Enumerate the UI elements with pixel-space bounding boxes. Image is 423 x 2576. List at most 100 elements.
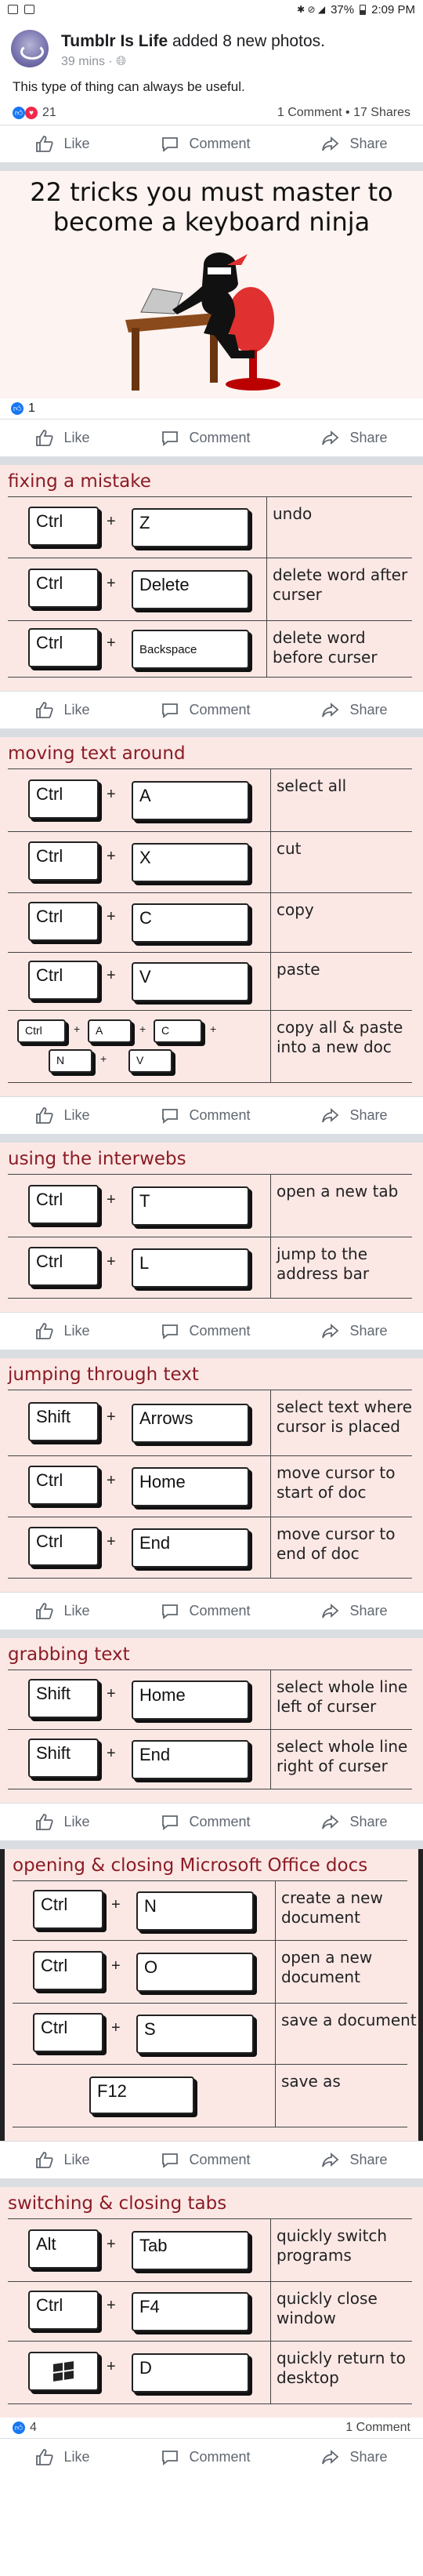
share-button[interactable]: Share <box>321 1813 387 1832</box>
comment-button[interactable]: Comment <box>161 1602 250 1621</box>
key-ctrl: Ctrl <box>28 569 99 608</box>
shortcut-row: Ctrl + Ncreate a new document <box>5 1880 418 1940</box>
shortcut-description: undo <box>273 504 313 523</box>
shortcut-card[interactable]: opening & closing Microsoft Office docs C… <box>0 1849 423 2141</box>
shortcut-card[interactable]: using the interwebs Ctrl + Topen a new tab C… <box>0 1143 423 1312</box>
shortcut-row: Shift + Home select whole line left of curs… <box>0 1669 423 1729</box>
author-name[interactable]: Tumblr Is Life <box>61 32 168 50</box>
final-comment-count[interactable]: 1 Comment <box>345 2421 410 2435</box>
key-s: S <box>136 2015 254 2054</box>
plus-sign: + <box>107 513 116 530</box>
share-button[interactable]: Share <box>321 701 387 720</box>
key-a: A <box>88 1019 132 1043</box>
key-l: L <box>132 1248 249 1288</box>
key-o: O <box>136 1953 254 1992</box>
comment-button[interactable]: Comment <box>161 701 250 720</box>
photo-action-bar: Like Comment Share <box>0 2141 423 2178</box>
plus-sign: + <box>107 634 116 652</box>
shortcut-description: move cursor to end of doc <box>277 1524 396 1563</box>
photo-action-bar: Like Comment Share <box>0 1592 423 1630</box>
avatar[interactable] <box>11 30 49 67</box>
share-icon <box>322 136 339 151</box>
like-button[interactable]: Like <box>35 1813 90 1832</box>
key-c: C <box>132 903 249 943</box>
shortcut-card[interactable]: grabbing text Shift + Home select whole line… <box>0 1638 423 1803</box>
shortcut-description: select whole line left of curser <box>277 1677 408 1716</box>
banner-image[interactable]: 22 tricks you must master to become a ke… <box>0 171 423 398</box>
comment-button[interactable]: Comment <box>161 1106 250 1125</box>
shortcut-card[interactable]: switching & closing tabs Alt + Tab quickly s… <box>0 2187 423 2418</box>
final-like-count: 4 <box>30 2421 37 2434</box>
post-time[interactable]: 39 mins · 🌐︎ <box>61 55 126 69</box>
comment-button[interactable]: Comment <box>161 2151 250 2170</box>
post-stats[interactable]: 1 Comment • 17 Shares <box>277 106 410 120</box>
key-ctrl: Ctrl <box>33 1951 103 1990</box>
share-button[interactable]: Share <box>321 1106 387 1125</box>
comment-button[interactable]: Comment <box>161 135 250 154</box>
shortcut-row: Ctrl + Ljump to the address bar <box>0 1237 423 1298</box>
key-t: T <box>132 1186 249 1226</box>
reaction-summary[interactable]: 👍︎ ♥ 21 1 Comment • 17 Shares <box>0 101 423 125</box>
share-button[interactable]: Share <box>321 1602 387 1621</box>
comment-button[interactable]: Comment <box>161 1322 250 1341</box>
share-button[interactable]: Share <box>321 1322 387 1341</box>
like-button[interactable]: Like <box>35 135 90 154</box>
like-button[interactable]: Like <box>35 2151 90 2170</box>
shortcut-row: Ctrl + Backspace delete word before curser <box>0 620 423 677</box>
love-reaction-icon: ♥ <box>25 107 38 119</box>
shortcut-card[interactable]: moving text around Ctrl + Aselect all Ctrl + X… <box>0 737 423 1096</box>
comment-icon <box>162 431 179 446</box>
banner-likes[interactable]: 👍︎ 1 <box>0 398 423 419</box>
shortcut-row: Ctrl + Zundo <box>0 496 423 558</box>
photo-action-bar: Like Comment Share <box>0 1803 423 1840</box>
photo-action-bar: Like Comment Share <box>0 1096 423 1134</box>
plus-sign: + <box>107 1191 116 1208</box>
key-arrows: Arrows <box>132 1404 249 1443</box>
shortcut-description: quickly return to desktop <box>277 2349 406 2387</box>
like-button[interactable]: Like <box>35 429 90 448</box>
like-button[interactable]: Like <box>35 2448 90 2467</box>
shortcut-description: save a document <box>281 2011 417 2029</box>
key-ctrl: Ctrl <box>17 1019 66 1043</box>
share-button[interactable]: Share <box>321 135 387 154</box>
shortcut-card[interactable]: fixing a mistake Ctrl + Zundo Ctrl + Delete del… <box>0 465 423 691</box>
comment-button[interactable]: Comment <box>161 429 250 448</box>
shortcut-row: Ctrl + Ssave a document <box>5 2003 418 2064</box>
photo-action-bar: Like Comment Share <box>0 419 423 456</box>
thumbs-up-icon <box>36 701 54 718</box>
section-title: fixing a mistake <box>8 471 151 492</box>
like-button[interactable]: Like <box>35 1322 90 1341</box>
like-button[interactable]: Like <box>35 1106 90 1125</box>
shortcut-card[interactable]: jumping through text Shift + Arrows select t… <box>0 1358 423 1592</box>
final-reaction-summary[interactable]: 👍︎ 4 1 Comment <box>0 2418 423 2438</box>
shortcut-row: Ctrl + F4 quickly close window <box>0 2281 423 2341</box>
shortcut-row: Ctrl + Oopen a new document <box>5 1940 418 2003</box>
key-ctrl: Ctrl <box>28 628 99 667</box>
share-button[interactable]: Share <box>321 429 387 448</box>
battery-icon <box>360 4 367 15</box>
comment-button[interactable]: Comment <box>161 2448 250 2467</box>
comment-icon <box>162 2450 179 2465</box>
like-reaction-icon: 👍︎ <box>13 107 25 119</box>
post-author-line: Tumblr Is Life added 8 new photos. <box>61 32 325 51</box>
windows-logo-icon <box>53 2361 74 2382</box>
plus-sign: + <box>107 1745 116 1762</box>
key-backspace: Backspace <box>132 630 249 669</box>
plus-sign: + <box>107 2297 116 2314</box>
key-f12: F12 <box>89 2076 194 2114</box>
photo-action-bar: Like Comment Share <box>0 691 423 728</box>
key-x: X <box>132 843 249 882</box>
comment-button[interactable]: Comment <box>161 1813 250 1832</box>
share-icon <box>322 1603 339 1618</box>
comment-icon <box>162 1815 179 1830</box>
key-end: End <box>132 1740 249 1779</box>
post-action-bar: Like Comment Share <box>0 125 423 162</box>
like-button[interactable]: Like <box>35 1602 90 1621</box>
share-button[interactable]: Share <box>321 2448 387 2467</box>
like-button[interactable]: Like <box>35 701 90 720</box>
key-d: D <box>132 2353 249 2393</box>
shortcut-description: quickly switch programs <box>277 2226 388 2265</box>
shortcut-row: Shift + End select whole line right of curs… <box>0 1729 423 1789</box>
share-button[interactable]: Share <box>321 2151 387 2170</box>
key-z: Z <box>132 508 249 547</box>
